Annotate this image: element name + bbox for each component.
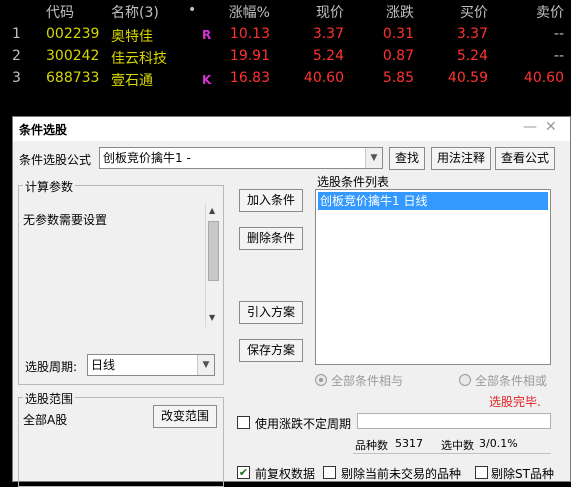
ask: -- bbox=[553, 26, 564, 42]
header-change[interactable]: 涨跌 bbox=[378, 2, 414, 22]
minimize-icon[interactable]: — bbox=[523, 119, 537, 135]
row-index: 1 bbox=[12, 26, 21, 42]
radio-all-and-label: 全部条件相与 bbox=[331, 374, 404, 388]
params-text: 无参数需要设置 bbox=[23, 213, 108, 227]
condition-screen-dialog: 条件选股 — ✕ 条件选股公式 创板竞价擒牛1 - ▼ 查找 用法注释 查看公式… bbox=[12, 116, 571, 487]
cond-list-title: 选股条件列表 bbox=[317, 175, 390, 189]
quote-table: 代码 名称(3) • 涨幅% 现价 涨跌 买价 卖价 1 002239 奥特佳 … bbox=[0, 0, 571, 112]
ask: -- bbox=[553, 48, 564, 64]
table-row[interactable]: 3 688733 壹石通 K 16.83 40.60 5.85 40.59 40… bbox=[0, 68, 571, 90]
change-pct: 10.13 bbox=[229, 26, 270, 42]
bid: 3.37 bbox=[456, 26, 488, 42]
pre-adjust-checkbox[interactable]: ✔ bbox=[237, 466, 250, 479]
params-scrollbar[interactable]: ▲ ▼ bbox=[205, 203, 221, 327]
change-range-button[interactable]: 改变范围 bbox=[153, 405, 217, 428]
price: 3.37 bbox=[312, 26, 344, 42]
header-price[interactable]: 现价 bbox=[300, 2, 344, 22]
status-text: 选股完毕. bbox=[489, 395, 541, 409]
change-pct: 16.83 bbox=[229, 70, 270, 86]
change: 5.85 bbox=[382, 70, 414, 86]
price: 5.24 bbox=[312, 48, 344, 64]
close-icon[interactable]: ✕ bbox=[545, 119, 557, 135]
selected-label: 选中数 bbox=[441, 439, 474, 452]
row-index: 2 bbox=[12, 48, 21, 64]
quote-header: 代码 名称(3) • 涨幅% 现价 涨跌 买价 卖价 bbox=[0, 0, 571, 22]
import-scheme-button[interactable]: 引入方案 bbox=[239, 301, 303, 324]
search-button[interactable]: 查找 bbox=[389, 147, 425, 170]
bid: 5.24 bbox=[456, 48, 488, 64]
chevron-down-icon[interactable]: ▼ bbox=[197, 355, 214, 375]
change-pct: 19.91 bbox=[229, 48, 270, 64]
stock-code: 300242 bbox=[46, 48, 100, 64]
uncertain-period-checkbox[interactable] bbox=[237, 416, 250, 429]
radio-all-or[interactable] bbox=[459, 374, 471, 386]
stock-name: 奥特佳 bbox=[111, 29, 153, 45]
header-dot: • bbox=[188, 2, 197, 18]
usage-notes-button[interactable]: 用法注释 bbox=[431, 147, 491, 170]
formula-label: 条件选股公式 bbox=[19, 153, 92, 167]
dialog-titlebar[interactable]: 条件选股 — ✕ bbox=[13, 117, 570, 141]
range-text: 全部A股 bbox=[23, 413, 68, 427]
pre-adjust-label: 前复权数据 bbox=[255, 467, 316, 481]
progress-bar bbox=[357, 413, 551, 429]
scroll-thumb[interactable] bbox=[208, 221, 219, 281]
row-index: 3 bbox=[12, 70, 21, 86]
price: 40.60 bbox=[303, 70, 344, 86]
period-value: 日线 bbox=[91, 358, 116, 372]
count-label: 品种数 bbox=[355, 439, 388, 452]
scroll-down-icon[interactable]: ▼ bbox=[209, 313, 215, 322]
delete-condition-button[interactable]: 删除条件 bbox=[239, 227, 303, 250]
radio-all-and[interactable] bbox=[315, 374, 327, 386]
header-code[interactable]: 代码 bbox=[46, 2, 74, 22]
uncertain-period-label: 使用涨跌不定周期 bbox=[255, 417, 352, 431]
params-group-title: 计算参数 bbox=[23, 178, 76, 195]
period-select[interactable]: 日线 ▼ bbox=[87, 354, 215, 376]
formula-select[interactable]: 创板竞价擒牛1 - ▼ bbox=[99, 147, 383, 169]
list-item[interactable]: 创板竞价擒牛1 日线 bbox=[318, 192, 548, 210]
exclude-st-label: 剔除ST品种 bbox=[491, 467, 554, 481]
condition-list[interactable]: 创板竞价擒牛1 日线 bbox=[315, 189, 551, 365]
radio-dot bbox=[319, 378, 323, 382]
stock-code: 688733 bbox=[46, 70, 100, 86]
radio-all-or-label: 全部条件相或 bbox=[475, 374, 548, 388]
period-label: 选股周期: bbox=[25, 360, 78, 374]
formula-value: 创板竞价擒牛1 - bbox=[103, 151, 191, 165]
stock-name: 壹石通 bbox=[111, 73, 153, 89]
add-condition-button[interactable]: 加入条件 bbox=[239, 189, 303, 212]
change: 0.87 bbox=[382, 48, 414, 64]
exclude-untraded-checkbox[interactable] bbox=[323, 466, 336, 479]
chevron-down-icon[interactable]: ▼ bbox=[365, 148, 382, 168]
scroll-up-icon[interactable]: ▲ bbox=[209, 206, 215, 215]
view-formula-button[interactable]: 查看公式 bbox=[495, 147, 555, 170]
bid: 40.59 bbox=[447, 70, 488, 86]
table-row[interactable]: 1 002239 奥特佳 R 10.13 3.37 0.31 3.37 -- bbox=[0, 24, 571, 46]
change: 0.31 bbox=[382, 26, 414, 42]
divider bbox=[353, 453, 551, 454]
stock-code: 002239 bbox=[46, 26, 100, 42]
count-value: 5317 bbox=[395, 437, 423, 450]
exclude-st-checkbox[interactable] bbox=[475, 466, 488, 479]
dialog-title: 条件选股 bbox=[19, 123, 68, 137]
exclude-untraded-label: 剔除当前未交易的品种 bbox=[341, 467, 462, 481]
header-ask[interactable]: 卖价 bbox=[528, 2, 564, 22]
header-change-pct[interactable]: 涨幅% bbox=[222, 2, 270, 22]
header-name[interactable]: 名称(3) bbox=[111, 2, 159, 22]
stock-name: 佳云科技 bbox=[111, 51, 167, 67]
range-group-title: 选股范围 bbox=[23, 390, 76, 407]
table-row[interactable]: 2 300242 佳云科技 19.91 5.24 0.87 5.24 -- bbox=[0, 46, 571, 68]
selected-value: 3/0.1% bbox=[479, 437, 518, 450]
save-scheme-button[interactable]: 保存方案 bbox=[239, 339, 303, 362]
header-bid[interactable]: 买价 bbox=[452, 2, 488, 22]
ask: 40.60 bbox=[523, 70, 564, 86]
